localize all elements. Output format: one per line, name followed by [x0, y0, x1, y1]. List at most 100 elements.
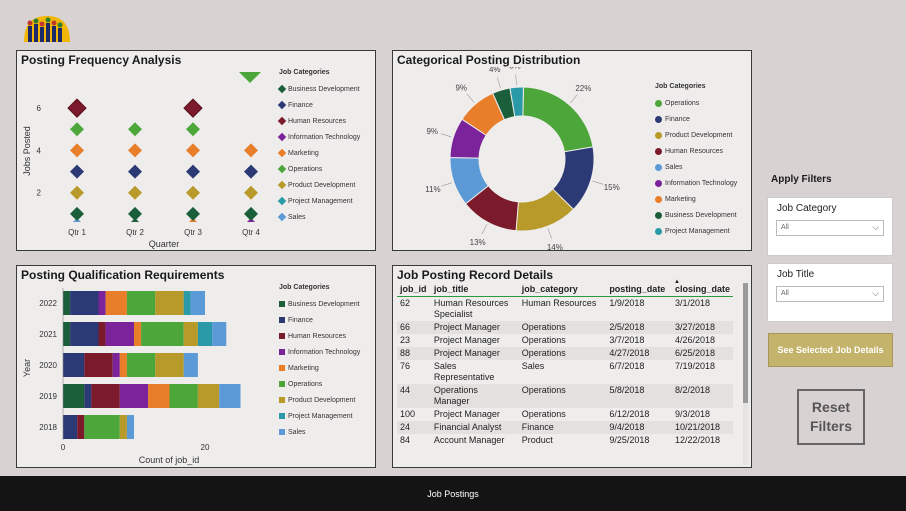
- point-business-development[interactable]: [186, 206, 200, 221]
- legend-item-operations[interactable]: Operations: [277, 161, 360, 177]
- legend-item-marketing[interactable]: Marketing: [277, 145, 360, 161]
- legend-item-sales[interactable]: Sales: [655, 159, 737, 175]
- bar-segment-information-technology[interactable]: [98, 291, 106, 315]
- bar-segment-information-technology[interactable]: [105, 322, 134, 346]
- point-product-development[interactable]: [70, 185, 84, 200]
- legend-item-project-management[interactable]: Project Management: [279, 408, 360, 424]
- point-finance[interactable]: [128, 164, 142, 179]
- table-row[interactable]: 76 Sales Representative Sales 6/7/2018 7/19/…: [397, 360, 733, 384]
- bar-segment-human-resources[interactable]: [91, 384, 120, 408]
- point-product-development[interactable]: [128, 185, 142, 200]
- point-marketing[interactable]: [128, 143, 142, 158]
- bar-segment-finance[interactable]: [70, 291, 99, 315]
- see-selected-job-details-button[interactable]: See Selected Job Details: [768, 333, 893, 367]
- bar-segment-product-development[interactable]: [119, 415, 127, 439]
- bar-segment-business-development[interactable]: [63, 291, 71, 315]
- point-product-development[interactable]: [186, 185, 200, 200]
- bar-segment-product-development[interactable]: [183, 322, 198, 346]
- point-finance[interactable]: [186, 164, 200, 179]
- table-scrollbar[interactable]: [743, 283, 748, 465]
- bar-segment-product-development[interactable]: [155, 291, 184, 315]
- bar-segment-business-development[interactable]: [63, 322, 71, 346]
- bar-segment-human-resources[interactable]: [77, 415, 85, 439]
- legend-item-product-development[interactable]: Product Development: [655, 127, 737, 143]
- bar-segment-operations[interactable]: [141, 322, 184, 346]
- point-business-development[interactable]: [70, 206, 84, 221]
- column-header-closing-date[interactable]: ▲ closing_date: [671, 279, 733, 297]
- bar-segment-project-management[interactable]: [197, 322, 213, 346]
- table-row[interactable]: 44 Operations Manager Operations 5/8/2018 8/…: [397, 384, 733, 408]
- legend-item-finance[interactable]: Finance: [279, 312, 360, 328]
- bar-segment-business-development[interactable]: [63, 384, 85, 408]
- bar-segment-sales[interactable]: [212, 322, 227, 346]
- legend-item-marketing[interactable]: Marketing: [279, 360, 360, 376]
- bar-segment-project-management[interactable]: [183, 291, 191, 315]
- bar-segment-sales[interactable]: [219, 384, 241, 408]
- legend-item-human-resources[interactable]: Human Resources: [279, 328, 360, 344]
- column-header-job-id[interactable]: job_id: [397, 282, 431, 297]
- legend-item-operations[interactable]: Operations: [279, 376, 360, 392]
- job-category-dropdown[interactable]: All ⌵: [776, 220, 884, 236]
- bar-segment-finance[interactable]: [63, 353, 85, 377]
- legend-item-human-resources[interactable]: Human Resources: [655, 143, 737, 159]
- bar-segment-human-resources[interactable]: [84, 353, 113, 377]
- legend-item-sales[interactable]: Sales: [279, 424, 360, 440]
- legend-item-project-management[interactable]: Project Management: [277, 193, 360, 209]
- legend-item-finance[interactable]: Finance: [277, 97, 360, 113]
- legend-item-information-technology[interactable]: Information Technology: [279, 344, 360, 360]
- point-operations[interactable]: [128, 122, 142, 137]
- bar-segment-marketing[interactable]: [105, 291, 127, 315]
- bar-segment-marketing[interactable]: [134, 322, 142, 346]
- footer-page-tab[interactable]: Job Postings: [0, 489, 906, 499]
- bar-segment-operations[interactable]: [84, 415, 120, 439]
- job-title-dropdown[interactable]: All ⌵: [776, 286, 884, 302]
- legend-item-marketing[interactable]: Marketing: [655, 191, 737, 207]
- table-row[interactable]: 88 Project Manager Operations 4/27/2018 6/25…: [397, 347, 733, 360]
- legend-item-business-development[interactable]: Business Development: [277, 81, 360, 97]
- legend-item-operations[interactable]: Operations: [655, 95, 737, 111]
- bar-segment-product-development[interactable]: [197, 384, 220, 408]
- point-operations[interactable]: [70, 122, 84, 137]
- bar-segment-finance[interactable]: [70, 322, 99, 346]
- legend-item-human-resources[interactable]: Human Resources: [277, 113, 360, 129]
- legend-item-product-development[interactable]: Product Development: [277, 177, 360, 193]
- legend-item-business-development[interactable]: Business Development: [655, 207, 737, 223]
- legend-scroll-arrow-icon[interactable]: [239, 72, 261, 84]
- bar-segment-sales[interactable]: [126, 415, 134, 439]
- reset-filters-button[interactable]: Reset Filters: [797, 389, 865, 445]
- legend-item-finance[interactable]: Finance: [655, 111, 737, 127]
- point-business-development[interactable]: [244, 206, 258, 221]
- legend-item-product-development[interactable]: Product Development: [279, 392, 360, 408]
- slice-operations[interactable]: [522, 86, 594, 153]
- point-product-development[interactable]: [244, 185, 258, 200]
- legend-item-information-technology[interactable]: Information Technology: [277, 129, 360, 145]
- table-row[interactable]: 84 Account Manager Product 9/25/2018 12/22/2…: [397, 434, 733, 447]
- bar-segment-operations[interactable]: [169, 384, 198, 408]
- bar-segment-finance[interactable]: [63, 415, 78, 439]
- point-marketing[interactable]: [244, 143, 258, 158]
- column-header-job-title[interactable]: job_title: [430, 282, 519, 297]
- table-row[interactable]: 100 Project Manager Operations 6/12/2018 9/3…: [397, 408, 733, 421]
- bar-segment-information-technology[interactable]: [112, 353, 120, 377]
- point-finance[interactable]: [244, 164, 258, 179]
- table-row[interactable]: 23 Project Manager Operations 3/7/2018 4/26/…: [397, 334, 733, 347]
- table-row[interactable]: 24 Financial Analyst Finance 9/4/2018 10/21/…: [397, 421, 733, 434]
- point-business-development[interactable]: [128, 206, 142, 221]
- point-marketing[interactable]: [70, 143, 84, 158]
- bar-segment-marketing[interactable]: [119, 353, 127, 377]
- bar-segment-marketing[interactable]: [148, 384, 170, 408]
- bar-segment-product-development[interactable]: [155, 353, 184, 377]
- column-header-posting-date[interactable]: posting_date: [606, 282, 672, 297]
- legend-item-information-technology[interactable]: Information Technology: [655, 175, 737, 191]
- point-human-resources[interactable]: [183, 98, 203, 118]
- bar-segment-finance[interactable]: [84, 384, 92, 408]
- legend-item-sales[interactable]: Sales: [277, 209, 360, 225]
- table-scrollbar-thumb[interactable]: [743, 283, 748, 403]
- bar-segment-sales[interactable]: [183, 353, 198, 377]
- legend-item-project-management[interactable]: Project Management: [655, 223, 737, 239]
- legend-item-business-development[interactable]: Business Development: [279, 296, 360, 312]
- bar-segment-operations[interactable]: [126, 291, 156, 315]
- bar-segment-information-technology[interactable]: [119, 384, 149, 408]
- point-finance[interactable]: [70, 164, 84, 179]
- bar-segment-sales[interactable]: [190, 291, 205, 315]
